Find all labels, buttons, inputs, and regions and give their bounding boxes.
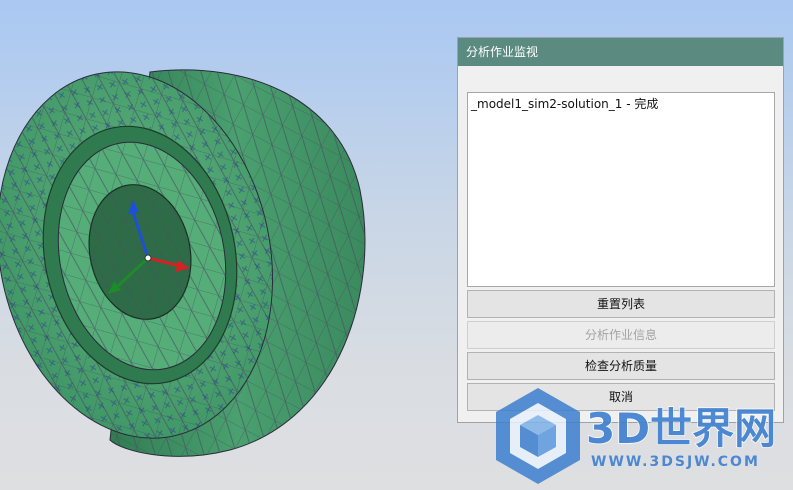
dialog-title: 分析作业监视 xyxy=(458,38,783,66)
analysis-job-monitor-dialog: 分析作业监视 _model1_sim2-solution_1 - 完成 重置列表… xyxy=(457,37,784,423)
check-quality-button[interactable]: 检查分析质量 xyxy=(467,352,775,380)
job-list-item[interactable]: _model1_sim2-solution_1 - 完成 xyxy=(471,96,771,112)
watermark-logo-icon xyxy=(496,388,580,484)
watermark-url: WWW.3DSJW.COM xyxy=(591,454,760,470)
job-info-button[interactable]: 分析作业信息 xyxy=(467,321,775,349)
watermark: 3D世界网 WWW.3DSJW.COM xyxy=(488,385,793,490)
reset-list-button[interactable]: 重置列表 xyxy=(467,290,775,318)
meshed-part[interactable] xyxy=(0,46,366,464)
watermark-brand: 3D世界网 xyxy=(586,404,776,453)
job-list[interactable]: _model1_sim2-solution_1 - 完成 xyxy=(467,92,775,287)
